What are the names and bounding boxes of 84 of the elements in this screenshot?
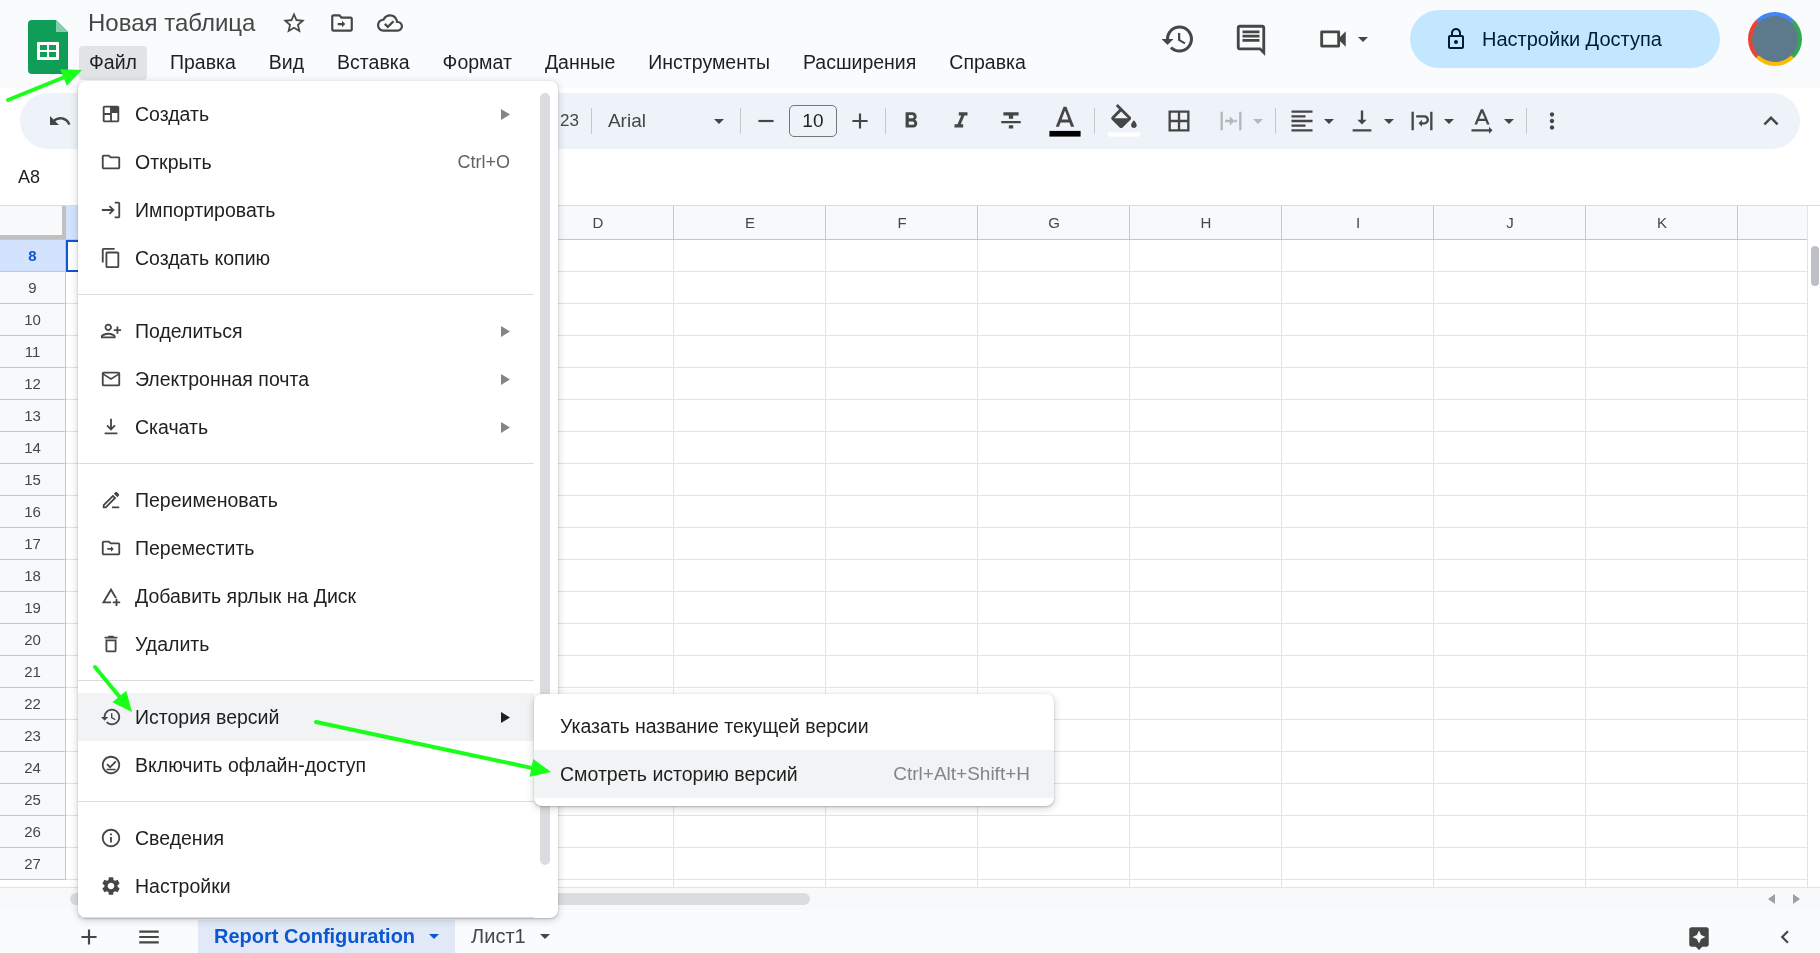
sheets-logo-icon[interactable]	[28, 20, 68, 74]
menu-item[interactable]: Поделиться	[78, 307, 534, 355]
font-size-field[interactable]: 10	[788, 105, 837, 137]
menu-item[interactable]: История версий	[78, 693, 534, 741]
comment-icon[interactable]	[1234, 22, 1268, 56]
document-title[interactable]: Новая таблица	[88, 9, 256, 37]
caret-icon	[429, 934, 440, 939]
row-header[interactable]: 16	[0, 496, 66, 528]
scrollbar-thumb[interactable]	[1811, 246, 1819, 286]
menu-item[interactable]: Переместить	[78, 524, 534, 572]
row-header[interactable]: 14	[0, 432, 66, 464]
row-header[interactable]: 23	[0, 720, 66, 752]
menu-bar-item[interactable]: Расширения	[792, 46, 927, 80]
row-header[interactable]: 24	[0, 752, 66, 784]
row-header[interactable]: 9	[0, 272, 66, 304]
copy-icon	[100, 247, 122, 269]
row-header[interactable]: 12	[0, 368, 66, 400]
caret-icon[interactable]	[1323, 118, 1334, 124]
row-header[interactable]: 22	[0, 688, 66, 720]
sheet-tab[interactable]: Лист1	[455, 920, 566, 953]
menu-item[interactable]: Добавить ярлык на Диск	[78, 572, 534, 620]
caret-icon[interactable]	[1443, 118, 1454, 124]
row-header[interactable]: 19	[0, 592, 66, 624]
column-header[interactable]: G	[978, 206, 1130, 239]
import-arrow-icon	[100, 199, 122, 221]
column-header[interactable]: K	[1586, 206, 1738, 239]
settings-icon	[100, 875, 122, 897]
menu-item[interactable]: Создать копию	[78, 234, 534, 282]
number-format-button[interactable]: 23	[560, 111, 579, 131]
row-header[interactable]: 27	[0, 848, 66, 880]
info-icon	[100, 827, 122, 849]
row-header[interactable]: 20	[0, 624, 66, 656]
menu-bar-item[interactable]: Инструменты	[638, 46, 780, 80]
column-header[interactable]: E	[674, 206, 826, 239]
row-header[interactable]: 18	[0, 560, 66, 592]
menu-item[interactable]: Включить офлайн-доступ	[78, 741, 534, 789]
pencil-icon	[100, 489, 122, 511]
name-box[interactable]: A8	[18, 166, 41, 188]
menu-item[interactable]: Указать название текущей версии	[534, 702, 1054, 750]
pointer-arrow	[93, 665, 132, 712]
caret-icon[interactable]	[1383, 118, 1394, 124]
history-icon	[100, 706, 122, 728]
row-header[interactable]: 8	[0, 240, 66, 272]
sheet-tab[interactable]: Report Configuration	[198, 920, 456, 953]
text-color-icon[interactable]	[1047, 104, 1082, 138]
row-header[interactable]: 15	[0, 464, 66, 496]
row-header[interactable]: 17	[0, 528, 66, 560]
menu-bar-item[interactable]: Формат	[432, 46, 522, 80]
row-header[interactable]: 21	[0, 656, 66, 688]
font-dropdown[interactable]: Arial	[603, 110, 728, 132]
menu-item[interactable]: Электронная почта	[78, 355, 534, 403]
menu-item[interactable]: Создать	[78, 90, 534, 138]
row-header[interactable]: 25	[0, 784, 66, 816]
menu-item[interactable]: Настройки	[78, 862, 534, 910]
menu-bar-item[interactable]: Данные	[534, 46, 626, 80]
caret-icon	[1252, 118, 1263, 124]
menu-item[interactable]: Смотреть историю версий Ctrl+Alt+Shift+H	[534, 750, 1054, 798]
menu-bar-item[interactable]: Вид	[258, 46, 315, 80]
caret-icon	[539, 934, 550, 939]
fill-color-icon[interactable]	[1106, 104, 1141, 138]
menu-item[interactable]: Сведения	[78, 814, 534, 862]
row-header[interactable]: 10	[0, 304, 66, 336]
menu-bar-item[interactable]: Вставка	[327, 46, 420, 80]
menu-item[interactable]: Открыть Ctrl+O	[78, 138, 534, 186]
row-header[interactable]: 26	[0, 816, 66, 848]
row-header[interactable]: 11	[0, 336, 66, 368]
menu-bar-item[interactable]: Правка	[159, 46, 246, 80]
menu-bar-item[interactable]: Файл	[79, 46, 147, 80]
column-header[interactable]: I	[1282, 206, 1434, 239]
menu-item[interactable]: Удалить	[78, 620, 534, 668]
avatar[interactable]	[1748, 12, 1802, 66]
add-box-icon	[100, 103, 122, 125]
menu-item[interactable]: Скачать	[78, 403, 534, 451]
row-header[interactable]: 13	[0, 400, 66, 432]
column-header[interactable]: J	[1434, 206, 1586, 239]
menu-item[interactable]: Переименовать	[78, 476, 534, 524]
caret-icon	[713, 118, 724, 124]
column-header[interactable]: H	[1130, 206, 1282, 239]
menu-bar-item[interactable]: Справка	[939, 46, 1036, 80]
column-header[interactable]: F	[826, 206, 978, 239]
caret-icon[interactable]	[1503, 118, 1514, 124]
caret-icon[interactable]	[1358, 36, 1368, 42]
menu-item[interactable]: Импортировать	[78, 186, 534, 234]
share-button[interactable]: Настройки Доступа	[1410, 10, 1720, 68]
